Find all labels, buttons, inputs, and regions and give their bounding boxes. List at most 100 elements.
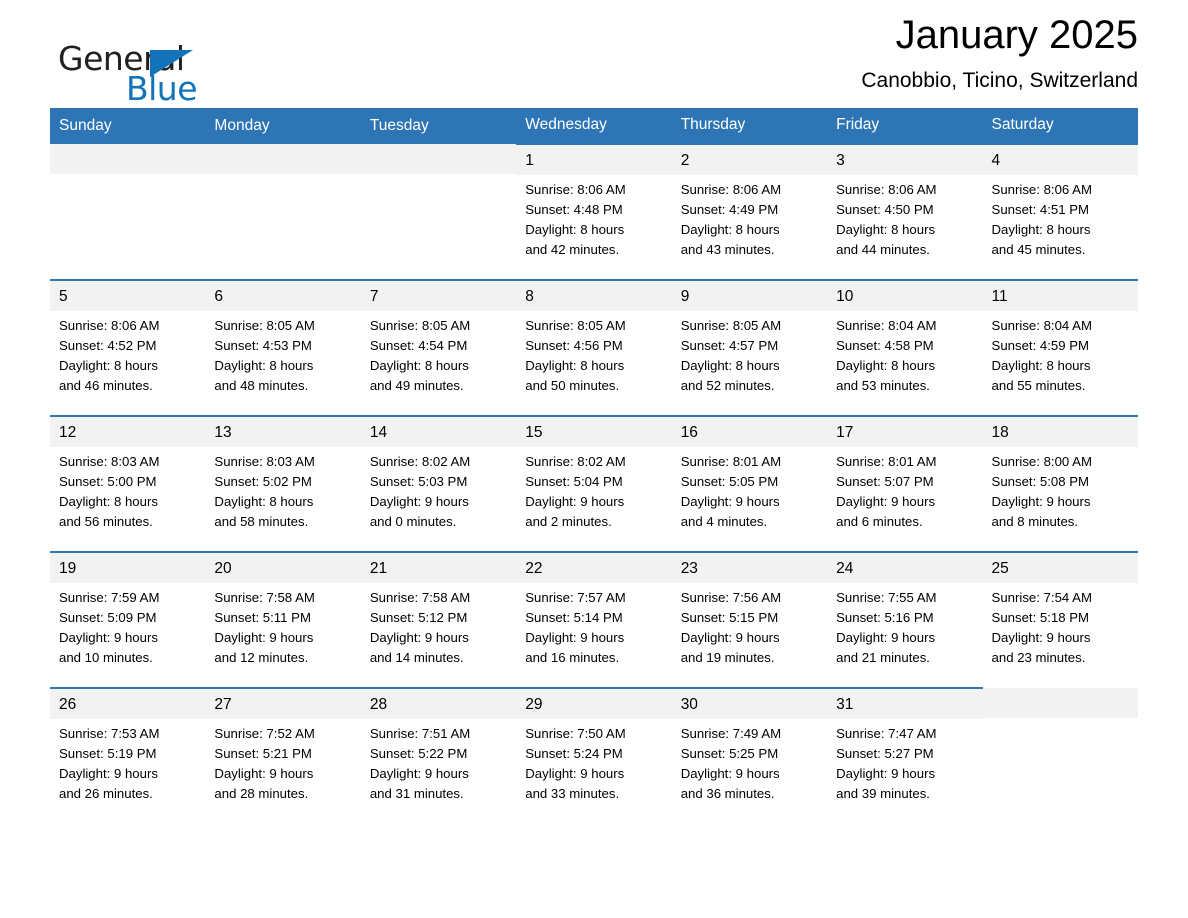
- sunrise-time: Sunrise: 8:06 AM: [991, 182, 1092, 197]
- daylight-minutes: and 33 minutes.: [525, 786, 620, 801]
- day-number: 4: [982, 145, 1138, 175]
- day-number: 8: [516, 281, 672, 311]
- day-number: 26: [50, 689, 206, 719]
- daylight-minutes: and 21 minutes.: [836, 650, 930, 665]
- calendar-day-cell[interactable]: 20 Sunrise: 7:58 AM Sunset: 5:11 PM Dayligh…: [205, 551, 361, 668]
- calendar-day-cell[interactable]: 1 Sunrise: 8:06 AM Sunset: 4:48 PM Daylight…: [516, 143, 672, 260]
- sunrise-time: Sunrise: 8:06 AM: [836, 182, 937, 197]
- day-number: 6: [205, 281, 361, 311]
- calendar-day-cell[interactable]: 17 Sunrise: 8:01 AM Sunset: 5:07 PM Dayligh…: [827, 415, 983, 532]
- sunset-time: Sunset: 5:24 PM: [525, 746, 623, 761]
- sunrise-time: Sunrise: 7:56 AM: [680, 590, 782, 605]
- calendar-day-cell[interactable]: 18 Sunrise: 8:00 AM Sunset: 5:08 PM Dayligh…: [982, 415, 1138, 532]
- day-sun-info: Sunrise: 8:06 AM Sunset: 4:51 PM Daylight:…: [983, 175, 1138, 260]
- calendar-day-cell[interactable]: 26 Sunrise: 7:53 AM Sunset: 5:19 PM Dayligh…: [50, 687, 206, 804]
- day-number: 25: [982, 553, 1138, 583]
- page-header: General Blue January 2025 Canobbio, Tici…: [50, 0, 1138, 108]
- daylight-hours: Daylight: 8 hours: [836, 222, 936, 237]
- day-sun-info: Sunrise: 8:04 AM Sunset: 4:59 PM Daylight:…: [983, 311, 1138, 396]
- day-number: 2: [671, 145, 828, 175]
- daylight-minutes: and 8 minutes.: [991, 514, 1079, 529]
- weekday-header-sunday: Sunday: [50, 108, 206, 144]
- day-number: 23: [671, 553, 828, 583]
- daylight-minutes: and 31 minutes.: [369, 786, 464, 801]
- calendar-day-cell[interactable]: 24 Sunrise: 7:55 AM Sunset: 5:16 PM Dayligh…: [827, 551, 983, 668]
- sunrise-time: Sunrise: 8:02 AM: [525, 454, 626, 469]
- daylight-minutes: and 23 minutes.: [991, 650, 1086, 665]
- calendar-day-cell[interactable]: 15 Sunrise: 8:02 AM Sunset: 5:04 PM Dayligh…: [516, 415, 672, 532]
- calendar-day-cell[interactable]: 14 Sunrise: 8:02 AM Sunset: 5:03 PM Dayligh…: [360, 415, 517, 532]
- daylight-hours: Daylight: 8 hours: [214, 494, 314, 509]
- daylight-minutes: and 48 minutes.: [214, 378, 309, 393]
- calendar-header-row: Sunday Monday Tuesday Wednesday Thursday Frid…: [50, 108, 1138, 144]
- calendar-day-cell[interactable]: 9 Sunrise: 8:05 AM Sunset: 4:57 PM Daylight…: [671, 279, 828, 396]
- day-sun-info: Sunrise: 7:49 AM Sunset: 5:25 PM Daylight:…: [672, 719, 827, 804]
- sunset-time: Sunset: 4:51 PM: [991, 202, 1090, 217]
- calendar-body: 1 Sunrise: 8:06 AM Sunset: 4:48 PM Daylight…: [50, 143, 1138, 804]
- day-number: 7: [360, 281, 517, 311]
- sunrise-time: Sunrise: 7:53 AM: [59, 726, 160, 741]
- calendar-day-cell[interactable]: 30 Sunrise: 7:49 AM Sunset: 5:25 PM Dayligh…: [671, 687, 828, 804]
- calendar-day-cell[interactable]: 5 Sunrise: 8:06 AM Sunset: 4:52 PM Daylight…: [50, 279, 206, 396]
- daylight-minutes: and 56 minutes.: [59, 514, 153, 529]
- calendar-day-cell[interactable]: 27 Sunrise: 7:52 AM Sunset: 5:21 PM Dayligh…: [205, 687, 361, 804]
- day-number: 29: [516, 689, 672, 719]
- day-sun-info: Sunrise: 7:58 AM Sunset: 5:11 PM Daylight:…: [205, 583, 360, 668]
- weekday-header-monday: Monday: [205, 108, 361, 144]
- daylight-hours: Daylight: 9 hours: [991, 494, 1091, 509]
- calendar-day-cell[interactable]: 28 Sunrise: 7:51 AM Sunset: 5:22 PM Dayligh…: [360, 687, 517, 804]
- calendar-day-cell[interactable]: 21 Sunrise: 7:58 AM Sunset: 5:12 PM Dayligh…: [360, 551, 517, 668]
- sunrise-time: Sunrise: 8:03 AM: [59, 454, 160, 469]
- daylight-hours: Daylight: 9 hours: [369, 766, 469, 781]
- day-sun-info: Sunrise: 8:06 AM Sunset: 4:52 PM Daylight:…: [50, 311, 205, 396]
- sunset-time: Sunset: 5:07 PM: [836, 474, 934, 489]
- sunset-time: Sunset: 5:25 PM: [680, 746, 779, 761]
- daylight-minutes: and 55 minutes.: [991, 378, 1086, 393]
- weekday-header-wednesday: Wednesday: [516, 108, 672, 144]
- calendar-day-cell-empty: [982, 688, 1138, 804]
- day-sun-info: Sunrise: 8:03 AM Sunset: 5:00 PM Daylight:…: [50, 447, 205, 532]
- sunset-time: Sunset: 5:03 PM: [369, 474, 468, 489]
- sunset-time: Sunset: 5:00 PM: [59, 474, 157, 489]
- sunrise-time: Sunrise: 7:57 AM: [525, 590, 626, 605]
- calendar-day-cell[interactable]: 29 Sunrise: 7:50 AM Sunset: 5:24 PM Dayligh…: [516, 687, 672, 804]
- sunset-time: Sunset: 5:11 PM: [214, 610, 311, 625]
- calendar-day-cell[interactable]: 23 Sunrise: 7:56 AM Sunset: 5:15 PM Dayligh…: [671, 551, 828, 668]
- calendar-day-cell[interactable]: 2 Sunrise: 8:06 AM Sunset: 4:49 PM Daylight…: [671, 143, 828, 260]
- calendar-day-cell[interactable]: 13 Sunrise: 8:03 AM Sunset: 5:02 PM Dayligh…: [205, 415, 361, 532]
- calendar-day-cell[interactable]: 19 Sunrise: 7:59 AM Sunset: 5:09 PM Dayligh…: [50, 551, 206, 668]
- daylight-hours: Daylight: 9 hours: [836, 766, 936, 781]
- calendar-day-cell[interactable]: 22 Sunrise: 7:57 AM Sunset: 5:14 PM Dayligh…: [516, 551, 672, 668]
- calendar-day-cell[interactable]: 31 Sunrise: 7:47 AM Sunset: 5:27 PM Dayligh…: [827, 687, 983, 804]
- day-sun-info: Sunrise: 7:54 AM Sunset: 5:18 PM Daylight:…: [983, 583, 1138, 668]
- sunrise-time: Sunrise: 8:02 AM: [369, 454, 471, 469]
- day-number: 31: [827, 689, 983, 719]
- daylight-minutes: and 28 minutes.: [214, 786, 309, 801]
- daylight-minutes: and 0 minutes.: [369, 514, 457, 529]
- calendar-day-cell[interactable]: 12 Sunrise: 8:03 AM Sunset: 5:00 PM Dayligh…: [50, 415, 206, 532]
- calendar-day-cell[interactable]: 7 Sunrise: 8:05 AM Sunset: 4:54 PM Daylight…: [360, 279, 517, 396]
- calendar-day-cell[interactable]: 16 Sunrise: 8:01 AM Sunset: 5:05 PM Dayligh…: [671, 415, 828, 532]
- daylight-hours: Daylight: 9 hours: [214, 766, 314, 781]
- calendar-day-cell[interactable]: 6 Sunrise: 8:05 AM Sunset: 4:53 PM Daylight…: [205, 279, 361, 396]
- sunrise-time: Sunrise: 7:58 AM: [214, 590, 315, 605]
- day-number: 17: [827, 417, 983, 447]
- sunset-time: Sunset: 5:04 PM: [525, 474, 623, 489]
- calendar-day-cell[interactable]: 25 Sunrise: 7:54 AM Sunset: 5:18 PM Dayligh…: [982, 551, 1138, 668]
- weekday-header-friday: Friday: [827, 108, 983, 144]
- calendar-day-cell[interactable]: 10 Sunrise: 8:04 AM Sunset: 4:58 PM Dayligh…: [827, 279, 983, 396]
- calendar-day-cell[interactable]: 8 Sunrise: 8:05 AM Sunset: 4:56 PM Daylight…: [516, 279, 672, 396]
- daylight-minutes: and 43 minutes.: [680, 242, 775, 257]
- daylight-minutes: and 4 minutes.: [680, 514, 768, 529]
- calendar-day-cell[interactable]: 4 Sunrise: 8:06 AM Sunset: 4:51 PM Daylight…: [982, 143, 1138, 260]
- sunrise-time: Sunrise: 8:00 AM: [991, 454, 1092, 469]
- day-sun-info: Sunrise: 7:47 AM Sunset: 5:27 PM Daylight:…: [827, 719, 982, 804]
- calendar-day-cell-empty: [50, 144, 206, 260]
- sunrise-time: Sunrise: 7:58 AM: [369, 590, 471, 605]
- calendar-day-cell[interactable]: 3 Sunrise: 8:06 AM Sunset: 4:50 PM Daylight…: [827, 143, 983, 260]
- sunset-time: Sunset: 4:50 PM: [836, 202, 934, 217]
- calendar-day-cell[interactable]: 11 Sunrise: 8:04 AM Sunset: 4:59 PM Dayligh…: [982, 279, 1138, 396]
- sunset-time: Sunset: 5:08 PM: [991, 474, 1090, 489]
- daylight-hours: Daylight: 8 hours: [59, 494, 158, 509]
- daylight-minutes: and 26 minutes.: [59, 786, 153, 801]
